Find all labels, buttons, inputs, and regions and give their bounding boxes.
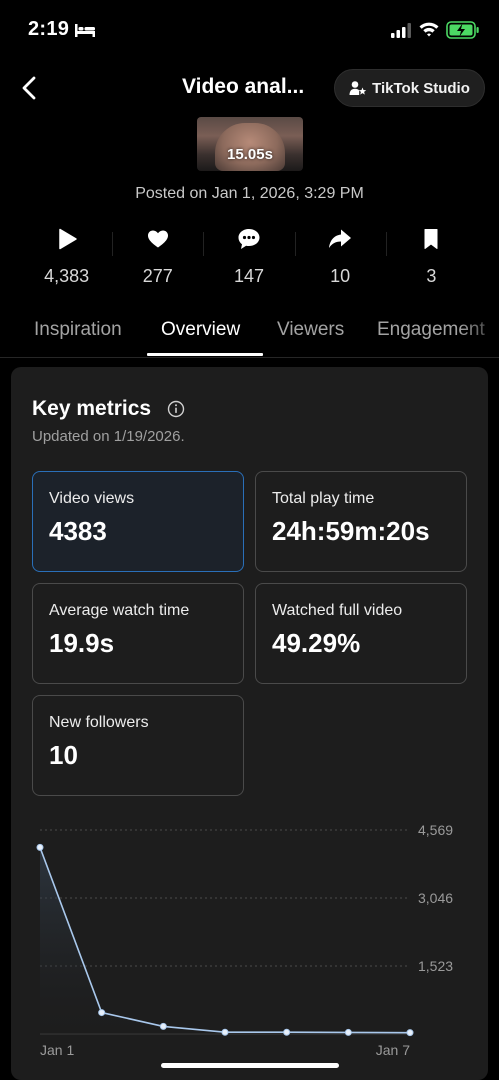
metric-total-play-time[interactable]: Total play time 24h:59m:20s bbox=[255, 471, 467, 572]
series-area bbox=[40, 847, 410, 1034]
video-thumbnail[interactable]: 15.05s bbox=[197, 117, 303, 171]
metric-value: 10 bbox=[49, 740, 78, 770]
posted-date: Posted on Jan 1, 2026, 3:29 PM bbox=[135, 185, 364, 202]
video-duration: 15.05s bbox=[227, 146, 273, 163]
y-tick-label: 3,046 bbox=[418, 890, 453, 906]
tab-bar: Inspiration Overview Viewers Engagement bbox=[0, 312, 499, 358]
stat-shares[interactable]: 10 bbox=[294, 226, 386, 288]
data-point bbox=[159, 1022, 167, 1030]
metric-new-followers[interactable]: New followers 10 bbox=[32, 695, 244, 796]
info-icon[interactable] bbox=[167, 400, 185, 418]
data-point bbox=[36, 843, 44, 851]
metric-watched-full-video[interactable]: Watched full video 49.29% bbox=[255, 583, 467, 684]
battery-charging-icon bbox=[446, 21, 479, 39]
stat-views[interactable]: 4,383 bbox=[21, 226, 112, 288]
metric-value: 4383 bbox=[49, 516, 107, 546]
data-point bbox=[344, 1028, 352, 1036]
x-tick-label: Jan 7 bbox=[376, 1042, 410, 1058]
status-bar: 2:19 bbox=[0, 0, 499, 60]
data-point bbox=[221, 1028, 229, 1036]
data-point bbox=[283, 1028, 291, 1036]
metric-label: Video views bbox=[49, 490, 135, 507]
data-point bbox=[406, 1029, 414, 1037]
stat-value: 10 bbox=[330, 266, 351, 286]
back-button[interactable] bbox=[14, 72, 46, 104]
stat-likes[interactable]: 277 bbox=[112, 226, 203, 288]
bed-icon bbox=[75, 24, 95, 37]
signal-icon bbox=[391, 23, 411, 38]
tiktok-studio-button[interactable]: TikTok Studio bbox=[334, 69, 485, 107]
tab-inspiration[interactable]: Inspiration bbox=[34, 319, 122, 341]
engagement-stats: 4,383 277 147 10 3 bbox=[21, 226, 477, 288]
page-title: Video anal... bbox=[182, 75, 305, 98]
play-icon bbox=[58, 228, 77, 250]
heart-icon bbox=[147, 230, 168, 248]
updated-date: Updated on 1/19/2026. bbox=[32, 428, 185, 445]
stat-value: 277 bbox=[142, 266, 173, 286]
share-icon bbox=[329, 229, 352, 248]
metric-value: 49.29% bbox=[272, 628, 361, 658]
metric-value: 24h:59m:20s bbox=[272, 516, 430, 546]
metric-value: 19.9s bbox=[49, 628, 115, 658]
wifi-icon bbox=[419, 22, 439, 37]
status-time: 2:19 bbox=[28, 18, 70, 40]
comment-icon bbox=[238, 229, 260, 249]
key-metrics-title: Key metrics bbox=[32, 397, 152, 420]
metric-label: Watched full video bbox=[272, 602, 403, 619]
home-indicator bbox=[161, 1063, 339, 1068]
metric-video-views[interactable]: Video views 4383 bbox=[32, 471, 244, 572]
stat-comments[interactable]: 147 bbox=[203, 226, 294, 288]
tab-overview[interactable]: Overview bbox=[161, 319, 240, 341]
stat-value: 4,383 bbox=[44, 266, 90, 286]
bookmark-icon bbox=[424, 229, 438, 249]
user-star-icon bbox=[349, 81, 367, 95]
metric-label: Total play time bbox=[272, 490, 375, 507]
metric-average-watch-time[interactable]: Average watch time 19.9s bbox=[32, 583, 244, 684]
video-views-chart[interactable]: 1,523 3,046 4,569 Jan 1 Jan 7 bbox=[32, 815, 482, 1075]
y-tick-label: 1,523 bbox=[418, 958, 453, 974]
tab-fade bbox=[459, 312, 499, 357]
active-tab-indicator bbox=[147, 353, 263, 356]
y-tick-label: 4,569 bbox=[418, 822, 453, 838]
key-metrics-card: Key metrics Updated on 1/19/2026. Video … bbox=[11, 367, 488, 1080]
stat-value: 3 bbox=[426, 266, 437, 286]
metric-label: Average watch time bbox=[49, 602, 190, 619]
metric-label: New followers bbox=[49, 714, 149, 731]
tab-viewers[interactable]: Viewers bbox=[277, 319, 344, 341]
stat-saves[interactable]: 3 bbox=[385, 226, 477, 288]
x-tick-label: Jan 1 bbox=[40, 1042, 74, 1058]
stat-value: 147 bbox=[233, 266, 264, 286]
tiktok-studio-label: TikTok Studio bbox=[372, 79, 470, 97]
data-point bbox=[98, 1009, 106, 1017]
